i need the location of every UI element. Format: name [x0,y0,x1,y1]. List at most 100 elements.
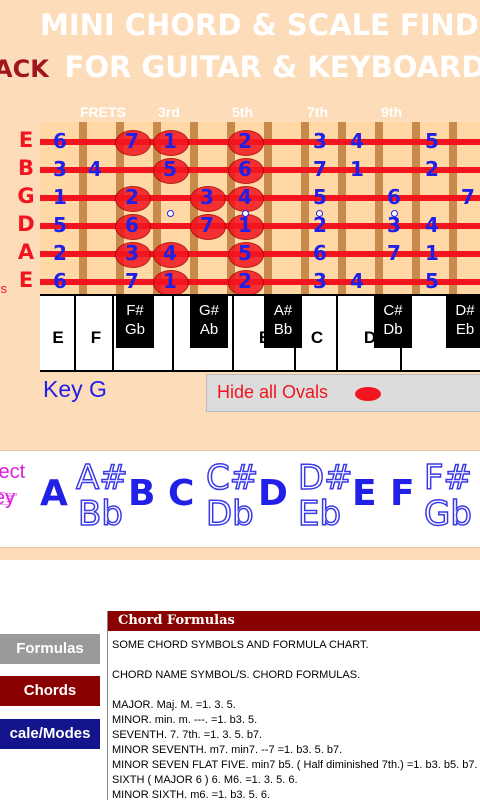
key-label: C# [383,302,403,319]
key-button-b[interactable]: B [128,473,155,514]
note-degree: 4 [88,157,102,181]
note-degree: 6 [125,213,139,237]
note-degree: 2 [313,213,327,237]
formula-line: MINOR. min. m. ---. =1. b3. 5. [112,714,258,726]
black-key[interactable]: D# Eb [446,296,480,348]
bass-label: ss [0,281,7,296]
string-name: D [17,212,35,236]
note-degree: 6 [387,185,401,209]
fret [79,122,87,294]
note-degree: 3 [313,269,327,293]
note-degree: 6 [238,157,252,181]
note-degree: 3 [200,185,214,209]
key-button-e[interactable]: E [352,473,377,514]
note-degree: 7 [125,129,139,153]
key-label: Ab [199,321,219,338]
pointing-hand-icon: ☞ [0,483,20,513]
fret-label: 5th [232,104,253,120]
string-name: A [17,240,35,264]
note-degree: 6 [53,129,67,153]
formula-line: MINOR SEVEN FLAT FIVE. min7 b5. ( Half d… [112,759,478,771]
note-degree: 5 [425,129,439,153]
note-degree: 2 [238,129,252,153]
chord-formulas-panel[interactable]: Chord Formulas SOME CHORD SYMBOLS AND FO… [107,611,480,801]
key-e-flat: Eb [297,494,342,534]
key-a-sharp: A# [75,458,128,498]
key-g-flat: Gb [423,494,472,534]
key-c-sharp: C# [205,458,259,498]
white-key[interactable]: E [40,296,76,370]
note-degree: 5 [53,213,67,237]
note-degree: 5 [163,157,177,181]
note-degree: 1 [238,213,252,237]
note-degree: 2 [238,269,252,293]
fret-marker-dot [167,210,174,217]
black-key[interactable]: G# Ab [190,296,228,348]
note-degree: 4 [350,269,364,293]
key-label: G# [198,302,219,319]
key-label: Bb [273,321,293,338]
app-title-line1: MINI CHORD & SCALE FINDER [40,8,480,42]
note-degree: 3 [53,157,67,181]
black-key[interactable]: F# Gb [116,296,154,348]
key-selector: lect ey ☞ A A# Bb B C C# Db D D# Eb E F … [0,450,480,548]
string-name: B [17,156,34,180]
hide-ovals-button[interactable]: Hide all Ovals [206,374,480,412]
note-degree: 4 [238,185,252,209]
note-degree: 1 [163,129,177,153]
key-button-f[interactable]: F [390,473,415,514]
piano-keyboard[interactable]: E F G A B C D F#Gb G#Ab A#Bb C#Db D#Eb [40,294,480,372]
key-label: C [310,328,324,347]
note-degree: 5 [313,185,327,209]
fret [412,122,420,294]
main-area: MINI CHORD & SCALE FINDER FOR GUITAR & K… [0,0,480,560]
scales-modes-button[interactable]: cale/Modes [0,719,100,749]
key-button-c[interactable]: C [168,473,194,514]
white-key[interactable]: F [78,296,114,370]
formula-line: MAJOR. Maj. M. =1. 3. 5. [112,699,236,711]
red-oval-icon [355,387,381,401]
formula-line: SIXTH ( MAJOR 6 ) 6. M6. =1. 3. 5. 6. [112,774,298,786]
key-label: E [52,328,64,347]
note-degree: 7 [461,185,475,209]
fret [264,122,272,294]
key-d-sharp: D# [297,458,353,498]
string-name: E [18,128,34,152]
key-label: Db [383,321,403,338]
back-button[interactable]: ACK [0,55,49,83]
note-degree: 3 [125,241,139,265]
note-degree: 7 [313,157,327,181]
note-degree: 4 [163,241,177,265]
black-key[interactable]: A# Bb [264,296,302,348]
string-name: G [17,184,35,208]
key-label: F# [126,302,144,319]
black-key[interactable]: C# Db [374,296,412,348]
key-label: D# [455,302,475,319]
key-label: Gb [124,321,145,338]
key-button-d[interactable]: D [258,473,288,514]
note-degree: 1 [350,157,364,181]
note-degree: 2 [425,157,439,181]
key-d-flat: Db [205,494,254,534]
formula-line: SEVENTH. 7. 7th. =1. 3. 5. b7. [112,729,263,741]
formula-line: MINOR SIXTH. m6. =1. b3. 5. 6. [112,789,271,801]
white-key[interactable]: C [296,296,338,370]
key-b-flat: Bb [77,494,123,534]
fret-label: 9th [381,104,402,120]
fret-label: 3rd [158,104,180,120]
formulas-button[interactable]: Formulas [0,634,100,664]
chords-button[interactable]: Chords [0,676,100,706]
note-degree: 3 [387,213,401,237]
key-button-a[interactable]: A [40,473,68,514]
note-degree: 1 [53,185,67,209]
formula-line: MINOR SEVENTH. m7. min7. --7 =1. b3. 5. … [112,744,343,756]
note-degree: 6 [53,269,67,293]
note-degree: 2 [53,241,67,265]
note-degree: 4 [350,129,364,153]
formula-line: CHORD NAME SYMBOL/S. CHORD FORMULAS. [112,669,361,681]
fretboard[interactable]: 6712345345671212345675671234234567167123… [40,122,480,296]
app-title-line2: FOR GUITAR & KEYBOARD [64,50,480,84]
note-degree: 3 [313,129,327,153]
current-key-label: Key G [43,376,107,402]
key-label: A# [273,302,293,319]
